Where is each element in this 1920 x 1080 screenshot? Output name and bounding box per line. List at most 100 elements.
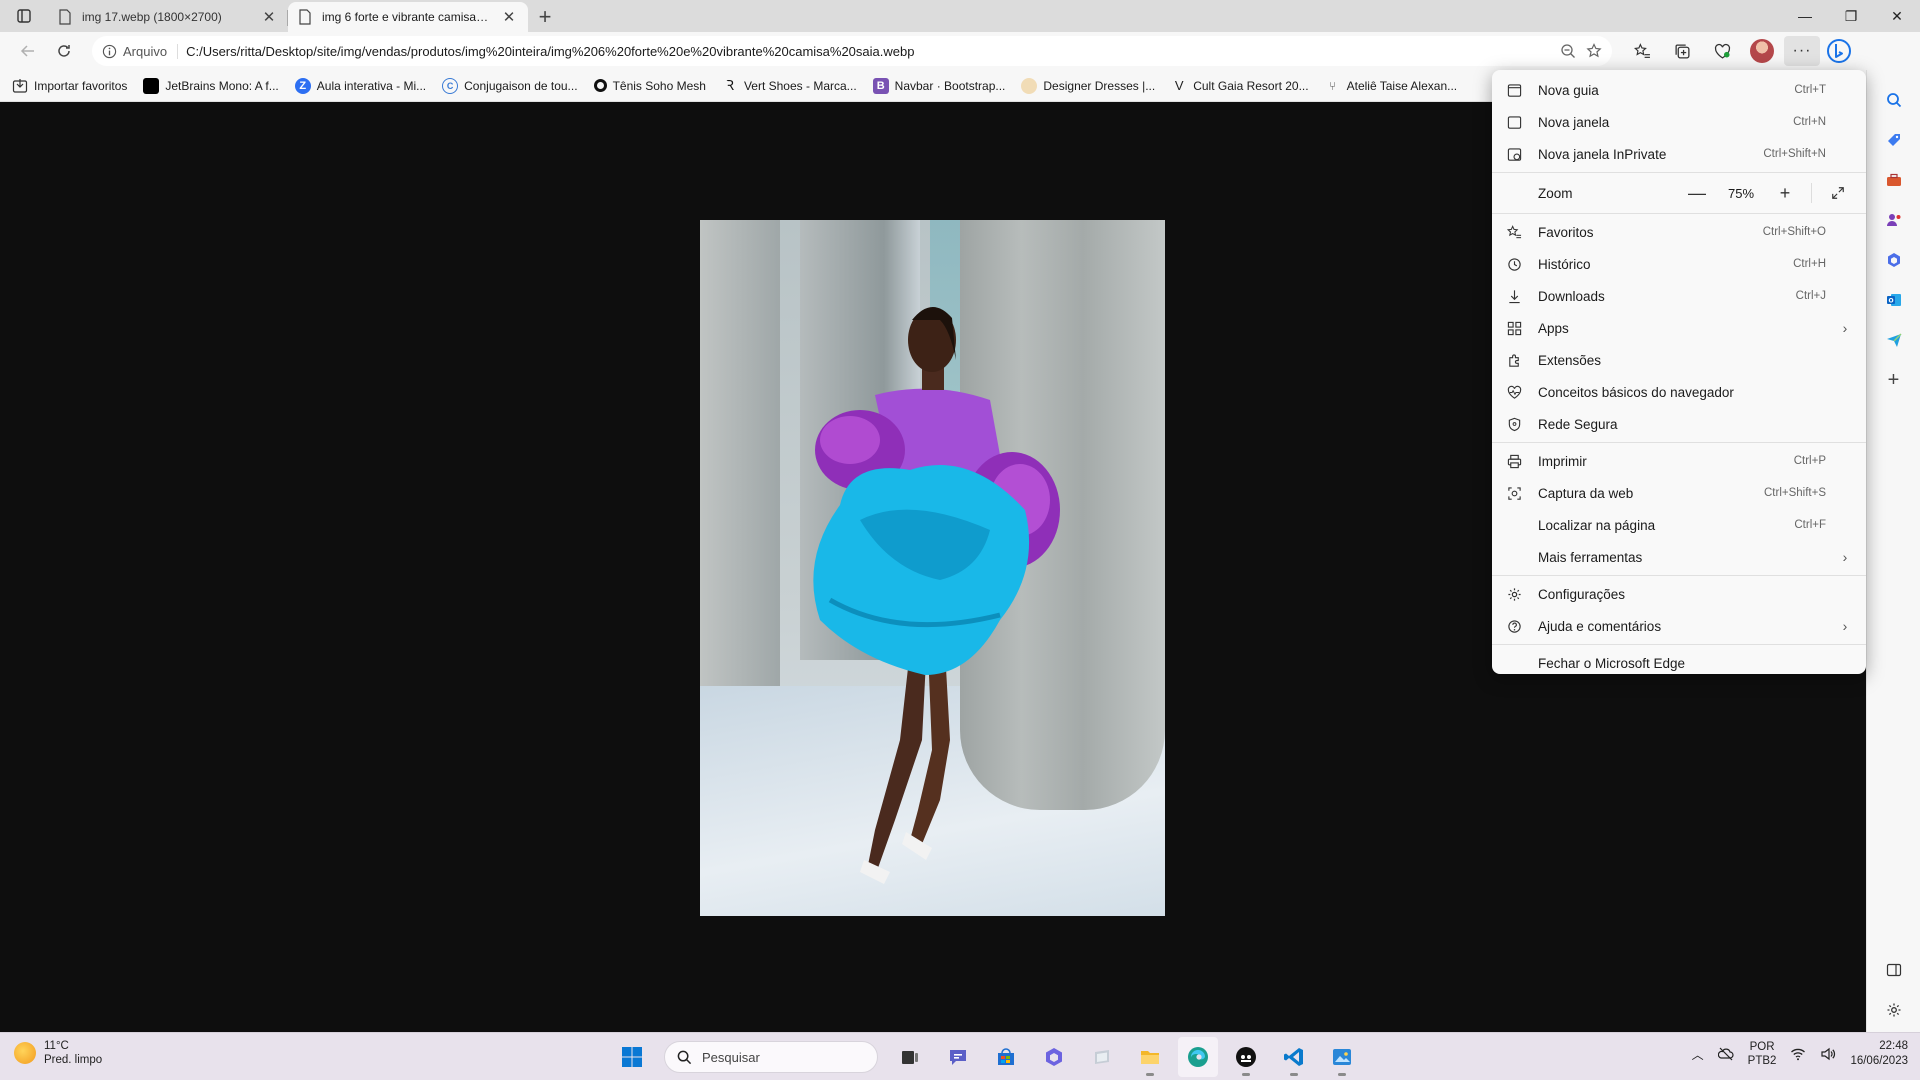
wifi-icon[interactable] [1790, 1046, 1806, 1062]
new-tab-button[interactable]: + [528, 2, 562, 32]
favorite-aula[interactable]: Z Aula interativa - Mi... [294, 77, 426, 94]
zoom-in-button[interactable]: + [1771, 179, 1799, 207]
favorite-atelie[interactable]: ⑂ Ateliê Taise Alexan... [1325, 78, 1458, 94]
sidebar-drop-button[interactable] [1880, 326, 1908, 354]
menu-item-find-on-page[interactable]: Localizar na página Ctrl+F [1492, 509, 1866, 541]
menu-item-print[interactable]: Imprimir Ctrl+P [1492, 445, 1866, 477]
menu-item-favorites[interactable]: Favoritos Ctrl+Shift+O [1492, 216, 1866, 248]
sidebar-shopping-button[interactable] [1880, 126, 1908, 154]
sidebar-outlook-button[interactable]: O [1880, 286, 1908, 314]
favorite-label: Ateliê Taise Alexan... [1346, 78, 1458, 93]
fashion-photo[interactable] [700, 220, 1165, 916]
menu-item-shortcut: Ctrl+J [1795, 290, 1826, 302]
web-capture-icon [1504, 483, 1524, 503]
favorite-conjugaison[interactable]: C Conjugaison de tou... [442, 77, 578, 94]
back-button[interactable] [10, 36, 46, 66]
task-view-button[interactable] [890, 1037, 930, 1077]
favorite-cult-gaia[interactable]: V Cult Gaia Resort 20... [1171, 78, 1309, 94]
chevron-up-icon[interactable]: ︿ [1692, 1046, 1704, 1063]
edge-taskbar-button[interactable] [1178, 1037, 1218, 1077]
teams-chat-button[interactable] [938, 1037, 978, 1077]
volume-icon[interactable] [1820, 1046, 1836, 1062]
refresh-button[interactable] [46, 36, 82, 66]
menu-item-help[interactable]: Ajuda e comentários › [1492, 610, 1866, 642]
file-explorer-button[interactable] [1130, 1037, 1170, 1077]
favorite-import[interactable]: Importar favoritos [12, 78, 127, 94]
menu-item-downloads[interactable]: Downloads Ctrl+J [1492, 280, 1866, 312]
minimize-button[interactable]: — [1782, 0, 1828, 32]
sidebar-settings-button[interactable] [1880, 996, 1908, 1024]
menu-item-web-capture[interactable]: Captura da web Ctrl+Shift+S [1492, 477, 1866, 509]
tab-img-6[interactable]: img 6 forte e vibrante camisa saia.webp … [288, 2, 528, 32]
menu-item-extensions[interactable]: Extensões [1492, 344, 1866, 376]
favorite-jetbrains[interactable]: JetBrains Mono: A f... [143, 77, 279, 94]
clock[interactable]: 22:48 16/06/2023 [1850, 1039, 1908, 1069]
favorite-designer-dresses[interactable]: Designer Dresses |... [1021, 77, 1155, 94]
taskbar-search[interactable]: Pesquisar [664, 1041, 878, 1073]
sidebar-tools-button[interactable] [1880, 166, 1908, 194]
menu-item-close-edge[interactable]: Fechar o Microsoft Edge [1492, 647, 1866, 679]
menu-item-history[interactable]: Histórico Ctrl+H [1492, 248, 1866, 280]
address-bar[interactable]: Arquivo C:/Users/ritta/Desktop/site/img/… [92, 36, 1612, 66]
menu-item-settings[interactable]: Configurações [1492, 578, 1866, 610]
image-viewer-button[interactable] [1322, 1037, 1362, 1077]
settings-and-more-button[interactable]: ··· [1784, 36, 1820, 66]
zoom-out-icon[interactable] [1560, 43, 1576, 59]
profile-button[interactable] [1744, 36, 1780, 66]
menu-item-apps[interactable]: Apps › [1492, 312, 1866, 344]
sidebar-add-button[interactable]: + [1880, 366, 1908, 394]
menu-item-browser-essentials[interactable]: Conceitos básicos do navegador [1492, 376, 1866, 408]
sidebar-search-button[interactable] [1880, 86, 1908, 114]
menu-item-shortcut: Ctrl+F [1794, 519, 1826, 531]
weather-description: Pred. limpo [44, 1054, 103, 1066]
onedrive-offline-icon[interactable] [1717, 1046, 1734, 1062]
print-icon [1504, 451, 1524, 471]
hide-sidebar-button[interactable] [1880, 956, 1908, 984]
browser-essentials-button[interactable] [1704, 36, 1740, 66]
search-icon [1886, 93, 1901, 108]
snipping-tool-button[interactable] [1082, 1037, 1122, 1077]
sidebar-panel-icon [1886, 963, 1901, 977]
favorite-tenis-soho[interactable]: Tênis Soho Mesh [593, 79, 706, 93]
sidebar-office-button[interactable] [1880, 246, 1908, 274]
favorite-label: JetBrains Mono: A f... [165, 78, 279, 93]
restore-button[interactable]: ❐ [1828, 0, 1874, 32]
keyboard-layout: PTB2 [1747, 1055, 1777, 1067]
start-button[interactable] [612, 1037, 652, 1077]
microsoft-store-button[interactable] [986, 1037, 1026, 1077]
tab-img-17[interactable]: img 17.webp (1800×2700) ✕ [48, 2, 288, 32]
input-language[interactable]: POR PTB2 [1748, 1040, 1777, 1068]
copilot-app-button[interactable] [1034, 1037, 1074, 1077]
favorites-button[interactable] [1624, 36, 1660, 66]
menu-item-more-tools[interactable]: Mais ferramentas › [1492, 541, 1866, 573]
menu-item-label: Mais ferramentas [1538, 549, 1643, 565]
new-window-icon [1504, 112, 1524, 132]
outlook-icon: O [1886, 294, 1901, 306]
add-favorite-star-icon[interactable] [1586, 43, 1602, 59]
favorite-vert-shoes[interactable]: Ꝛ Vert Shoes - Marca... [722, 77, 857, 94]
collections-button[interactable] [1664, 36, 1700, 66]
tab-close-icon[interactable]: ✕ [260, 8, 278, 26]
menu-item-new-window[interactable]: Nova janela Ctrl+N [1492, 106, 1866, 138]
vscode-button[interactable] [1274, 1037, 1314, 1077]
weather-widget[interactable]: 11°C Pred. limpo [14, 1039, 102, 1067]
site-info-button[interactable]: Arquivo [102, 43, 179, 59]
menu-item-label: Conceitos básicos do navegador [1538, 384, 1734, 400]
bing-chat-button[interactable] [1824, 36, 1854, 66]
close-window-button[interactable]: ✕ [1874, 0, 1920, 32]
menu-item-new-inprivate-window[interactable]: Nova janela InPrivate Ctrl+Shift+N [1492, 138, 1866, 170]
github-app-button[interactable] [1226, 1037, 1266, 1077]
zoom-out-button[interactable]: — [1683, 179, 1711, 207]
fullscreen-button[interactable] [1824, 179, 1852, 207]
menu-separator [1492, 644, 1866, 645]
menu-item-new-tab[interactable]: Nova guia Ctrl+T [1492, 74, 1866, 106]
tab-close-icon[interactable]: ✕ [500, 8, 518, 26]
url-text[interactable]: C:/Users/ritta/Desktop/site/img/vendas/p… [186, 44, 1552, 59]
sidebar-games-button[interactable] [1880, 206, 1908, 234]
menu-item-secure-network[interactable]: Rede Segura [1492, 408, 1866, 440]
favorite-bootstrap[interactable]: B Navbar · Bootstrap... [872, 77, 1005, 94]
zoom-divider [1811, 183, 1812, 203]
find-icon [1504, 515, 1524, 535]
bootstrap-icon: B [872, 77, 889, 94]
tab-actions-button[interactable] [0, 0, 48, 32]
